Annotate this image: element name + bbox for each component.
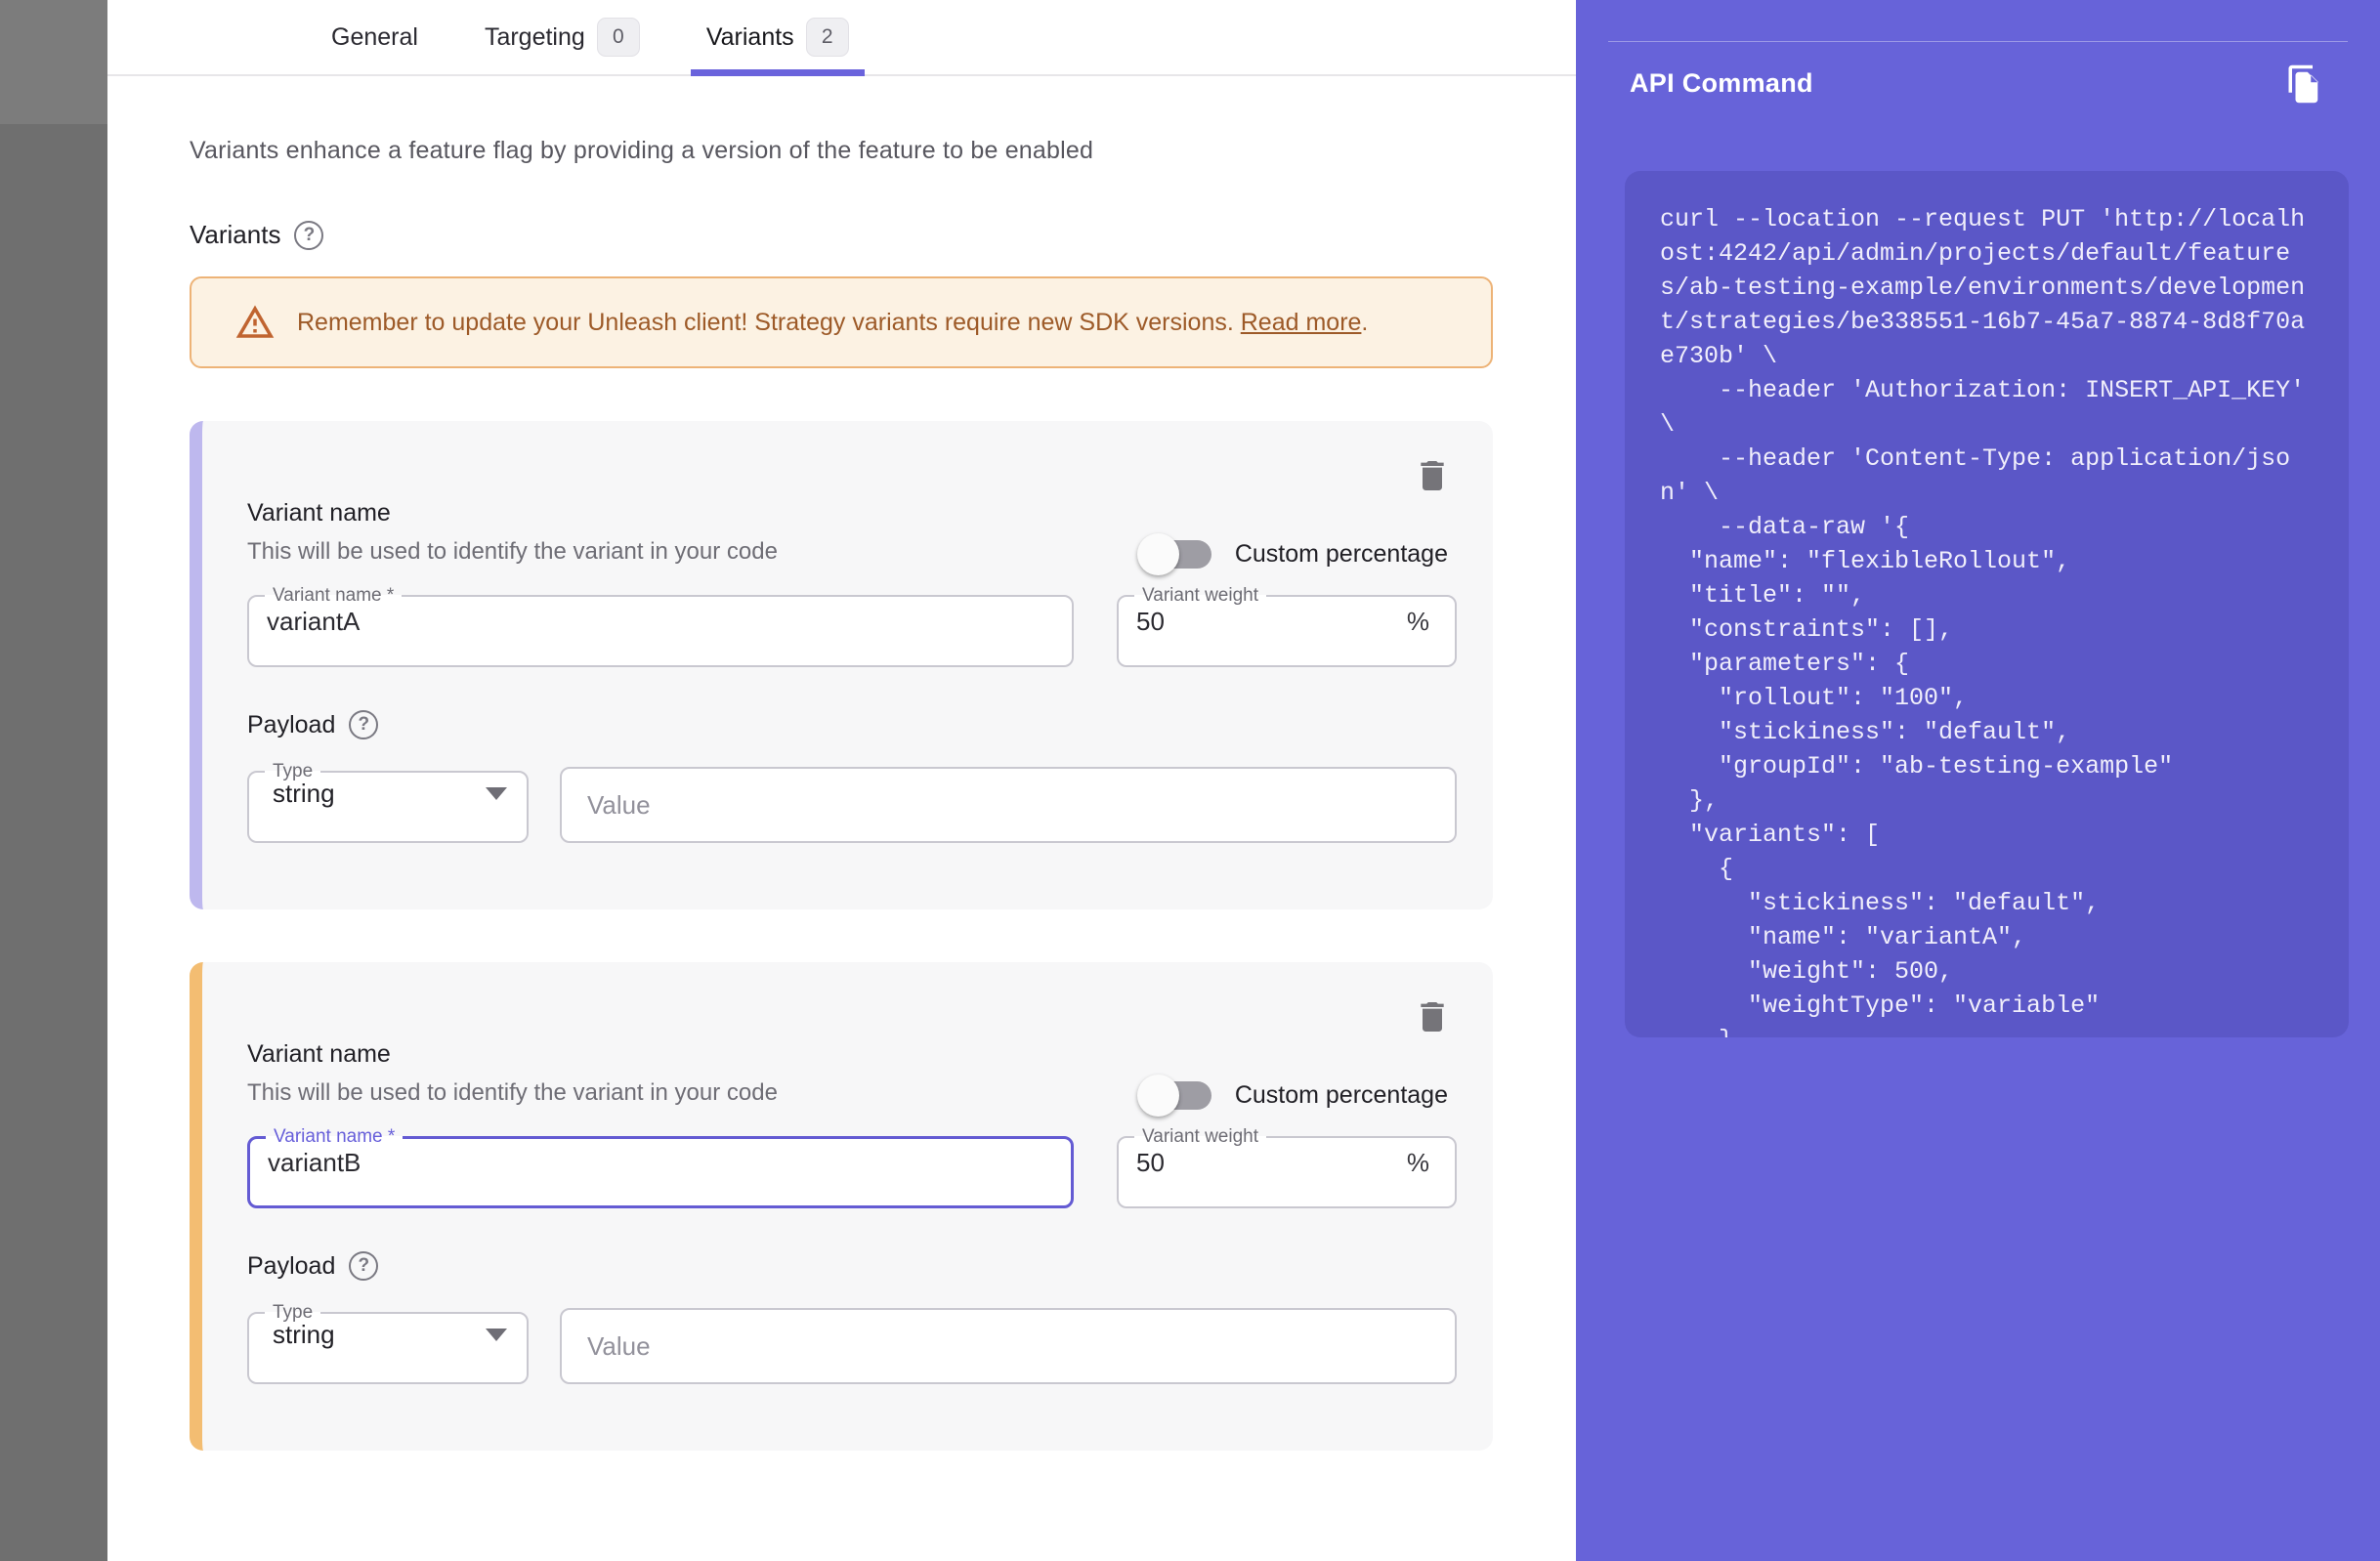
warning-icon xyxy=(234,302,276,343)
chevron-down-icon xyxy=(486,787,507,800)
percent-suffix: % xyxy=(1407,1148,1455,1188)
variant-name-field-label: Variant name * xyxy=(265,591,402,601)
variant-weight-input[interactable] xyxy=(1119,601,1407,653)
tab-targeting-label: Targeting xyxy=(485,23,585,52)
payload-type-value: string xyxy=(273,1320,335,1350)
variant-name-heading: Variant name xyxy=(247,499,391,527)
copy-icon xyxy=(2285,63,2326,105)
curl-command-text: curl --location --request PUT 'http://lo… xyxy=(1660,202,2314,1037)
delete-variant-b-button[interactable] xyxy=(1411,995,1454,1038)
variant-weight-input[interactable] xyxy=(1119,1142,1407,1194)
payload-heading: Payload xyxy=(247,1252,335,1281)
payload-value-input[interactable] xyxy=(560,767,1457,843)
payload-help-icon[interactable]: ? xyxy=(349,1251,378,1281)
variant-name-input[interactable] xyxy=(249,601,1072,653)
variant-card-b: Variant name This will be used to identi… xyxy=(190,962,1493,1451)
tab-targeting-badge: 0 xyxy=(597,18,640,57)
tab-variants-label: Variants xyxy=(706,23,794,52)
read-more-link[interactable]: Read more xyxy=(1241,309,1362,336)
payload-help-icon[interactable]: ? xyxy=(349,710,378,739)
api-command-codeblock[interactable]: curl --location --request PUT 'http://lo… xyxy=(1625,171,2349,1037)
sdk-warning-banner: Remember to update your Unleash client! … xyxy=(190,276,1493,368)
variant-weight-field: Variant weight % xyxy=(1117,591,1457,667)
custom-percentage-toggle[interactable] xyxy=(1137,1068,1221,1122)
dimmed-backdrop xyxy=(0,0,107,124)
api-command-title: API Command xyxy=(1630,68,1813,99)
custom-percentage-label: Custom percentage xyxy=(1235,540,1448,569)
percent-suffix: % xyxy=(1407,607,1455,647)
strategy-dialog: General Targeting 0 Variants 2 Variants … xyxy=(107,0,1576,1561)
variant-name-subtitle: This will be used to identify the varian… xyxy=(247,538,778,566)
variant-name-input[interactable] xyxy=(250,1142,1071,1194)
strategy-tabs: General Targeting 0 Variants 2 xyxy=(107,0,1576,76)
payload-type-label: Type xyxy=(265,767,320,777)
delete-variant-a-button[interactable] xyxy=(1411,454,1454,497)
payload-type-label: Type xyxy=(265,1308,320,1318)
toggle-knob xyxy=(1137,1075,1179,1117)
variant-name-heading: Variant name xyxy=(247,1040,391,1069)
variant-weight-field-label: Variant weight xyxy=(1134,591,1266,601)
toggle-knob xyxy=(1137,533,1179,575)
custom-percentage-label: Custom percentage xyxy=(1235,1081,1448,1110)
warning-text: Remember to update your Unleash client! … xyxy=(297,309,1368,337)
variants-section-title: Variants xyxy=(190,220,280,250)
trash-icon xyxy=(1413,456,1452,495)
tab-targeting[interactable]: Targeting 0 xyxy=(469,0,656,74)
payload-heading: Payload xyxy=(247,711,335,739)
tab-general[interactable]: General xyxy=(316,0,434,74)
variant-weight-field: Variant weight % xyxy=(1117,1132,1457,1208)
variant-name-field-label: Variant name * xyxy=(266,1132,403,1142)
variant-weight-field-label: Variant weight xyxy=(1134,1132,1266,1142)
api-command-panel: API Command curl --location --request PU… xyxy=(1576,0,2380,1561)
variants-intro-text: Variants enhance a feature flag by provi… xyxy=(190,137,1493,165)
tab-general-label: General xyxy=(331,23,418,52)
payload-type-value: string xyxy=(273,779,335,809)
copy-command-button[interactable] xyxy=(2282,61,2329,107)
payload-value-input[interactable] xyxy=(560,1308,1457,1384)
variants-help-icon[interactable]: ? xyxy=(294,221,323,250)
payload-type-select[interactable]: Type string xyxy=(247,1308,529,1384)
chevron-down-icon xyxy=(486,1329,507,1341)
panel-divider xyxy=(1608,41,2348,42)
payload-type-select[interactable]: Type string xyxy=(247,767,529,843)
variant-card-a: Variant name This will be used to identi… xyxy=(190,421,1493,909)
trash-icon xyxy=(1413,997,1452,1036)
tab-variants-badge: 2 xyxy=(806,18,849,57)
variant-name-subtitle: This will be used to identify the varian… xyxy=(247,1079,778,1107)
custom-percentage-toggle[interactable] xyxy=(1137,527,1221,581)
variant-name-field: Variant name * xyxy=(247,591,1074,667)
tab-variants[interactable]: Variants 2 xyxy=(691,0,865,74)
variant-name-field-focused: Variant name * xyxy=(247,1132,1074,1208)
